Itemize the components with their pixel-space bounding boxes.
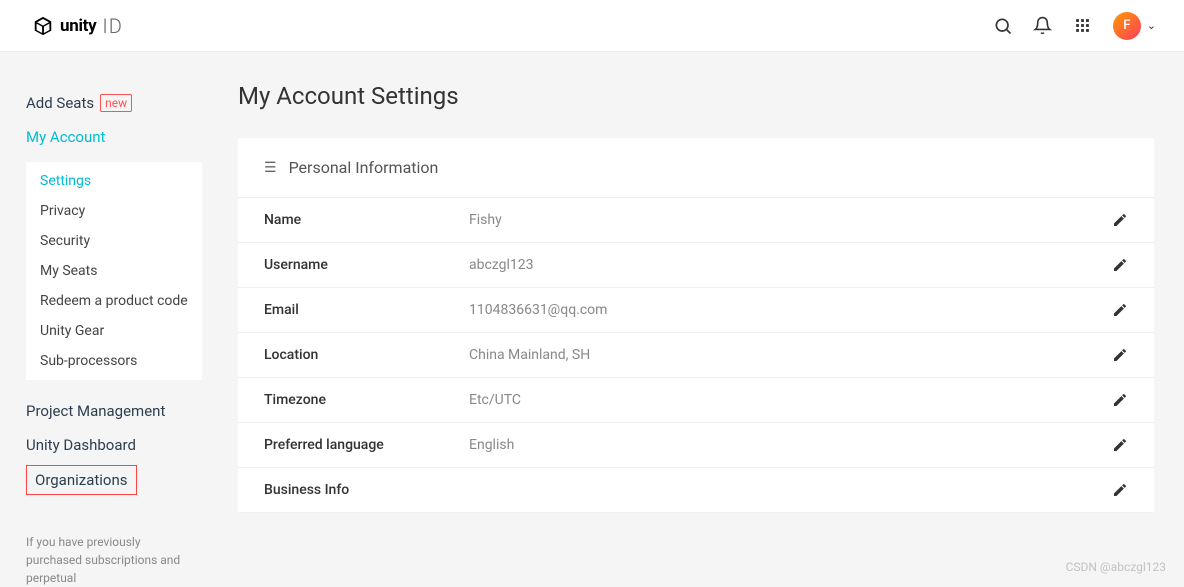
- row-value: Fishy: [469, 212, 1112, 228]
- sidebar-item-my-account[interactable]: My Account: [26, 120, 220, 154]
- row-label: Username: [264, 257, 469, 273]
- row-label: Timezone: [264, 392, 469, 408]
- row-label: Name: [264, 212, 469, 228]
- subnav-item-unity-gear[interactable]: Unity Gear: [26, 316, 202, 346]
- sidebar-item-label: Unity Dashboard: [26, 436, 136, 454]
- sidebar: Add Seats new My Account Settings Privac…: [0, 52, 220, 580]
- subnav-item-sub-processors[interactable]: Sub-processors: [26, 346, 202, 376]
- sidebar-item-organizations[interactable]: Organizations: [35, 471, 128, 489]
- row-label: Business Info: [264, 482, 469, 498]
- sidebar-item-label: Organizations: [35, 471, 128, 489]
- chevron-down-icon: ⌄: [1147, 19, 1156, 32]
- subnav-item-privacy[interactable]: Privacy: [26, 196, 202, 226]
- edit-icon[interactable]: [1112, 257, 1128, 273]
- row-label: Location: [264, 347, 469, 363]
- card-header-title: Personal Information: [289, 158, 439, 177]
- edit-icon[interactable]: [1112, 437, 1128, 453]
- main: My Account Settings ☰ Personal Informati…: [220, 52, 1184, 580]
- sidebar-item-project-management[interactable]: Project Management: [26, 394, 220, 428]
- highlight-box: Organizations: [26, 465, 137, 495]
- user-menu[interactable]: F ⌄: [1113, 12, 1156, 40]
- sidebar-note: If you have previously purchased subscri…: [26, 533, 220, 587]
- row-language: Preferred language English: [238, 423, 1154, 468]
- search-icon[interactable]: [993, 16, 1013, 36]
- subnav-item-redeem[interactable]: Redeem a product code: [26, 286, 202, 316]
- bell-icon[interactable]: [1033, 16, 1053, 36]
- header: unity ID F ⌄: [0, 0, 1184, 52]
- row-value: 1104836631@qq.com: [469, 302, 1112, 318]
- row-business: Business Info: [238, 468, 1154, 513]
- layout: Add Seats new My Account Settings Privac…: [0, 52, 1184, 580]
- subnav-item-my-seats[interactable]: My Seats: [26, 256, 202, 286]
- list-icon: ☰: [264, 160, 277, 176]
- edit-icon[interactable]: [1112, 347, 1128, 363]
- logo[interactable]: unity ID: [32, 14, 123, 38]
- row-value: China Mainland, SH: [469, 347, 1112, 363]
- avatar: F: [1113, 12, 1141, 40]
- row-value: Etc/UTC: [469, 392, 1112, 408]
- sidebar-item-label: My Account: [26, 128, 105, 146]
- edit-icon[interactable]: [1112, 482, 1128, 498]
- id-text: ID: [102, 14, 122, 38]
- row-timezone: Timezone Etc/UTC: [238, 378, 1154, 423]
- edit-icon[interactable]: [1112, 212, 1128, 228]
- personal-info-card: ☰ Personal Information Name Fishy Userna…: [238, 138, 1154, 513]
- header-actions: F ⌄: [993, 12, 1156, 40]
- row-username: Username abczgl123: [238, 243, 1154, 288]
- badge-new: new: [100, 94, 132, 112]
- row-value: abczgl123: [469, 257, 1112, 273]
- row-label: Preferred language: [264, 437, 469, 453]
- watermark: CSDN @abczgl123: [1066, 560, 1166, 574]
- logo-text: unity: [60, 16, 96, 36]
- row-email: Email 1104836631@qq.com: [238, 288, 1154, 333]
- unity-logo-icon: [32, 15, 54, 37]
- row-location: Location China Mainland, SH: [238, 333, 1154, 378]
- edit-icon[interactable]: [1112, 392, 1128, 408]
- row-value: English: [469, 437, 1112, 453]
- sidebar-item-label: Add Seats: [26, 94, 94, 112]
- sidebar-subnav: Settings Privacy Security My Seats Redee…: [26, 162, 202, 380]
- sidebar-item-unity-dashboard[interactable]: Unity Dashboard: [26, 428, 220, 462]
- sidebar-item-add-seats[interactable]: Add Seats new: [26, 86, 220, 120]
- row-label: Email: [264, 302, 469, 318]
- subnav-item-settings[interactable]: Settings: [26, 166, 202, 196]
- sidebar-item-label: Project Management: [26, 402, 165, 420]
- edit-icon[interactable]: [1112, 302, 1128, 318]
- apps-grid-icon[interactable]: [1073, 16, 1093, 36]
- row-name: Name Fishy: [238, 198, 1154, 243]
- page-title: My Account Settings: [238, 82, 1154, 110]
- card-header: ☰ Personal Information: [238, 138, 1154, 198]
- subnav-item-security[interactable]: Security: [26, 226, 202, 256]
